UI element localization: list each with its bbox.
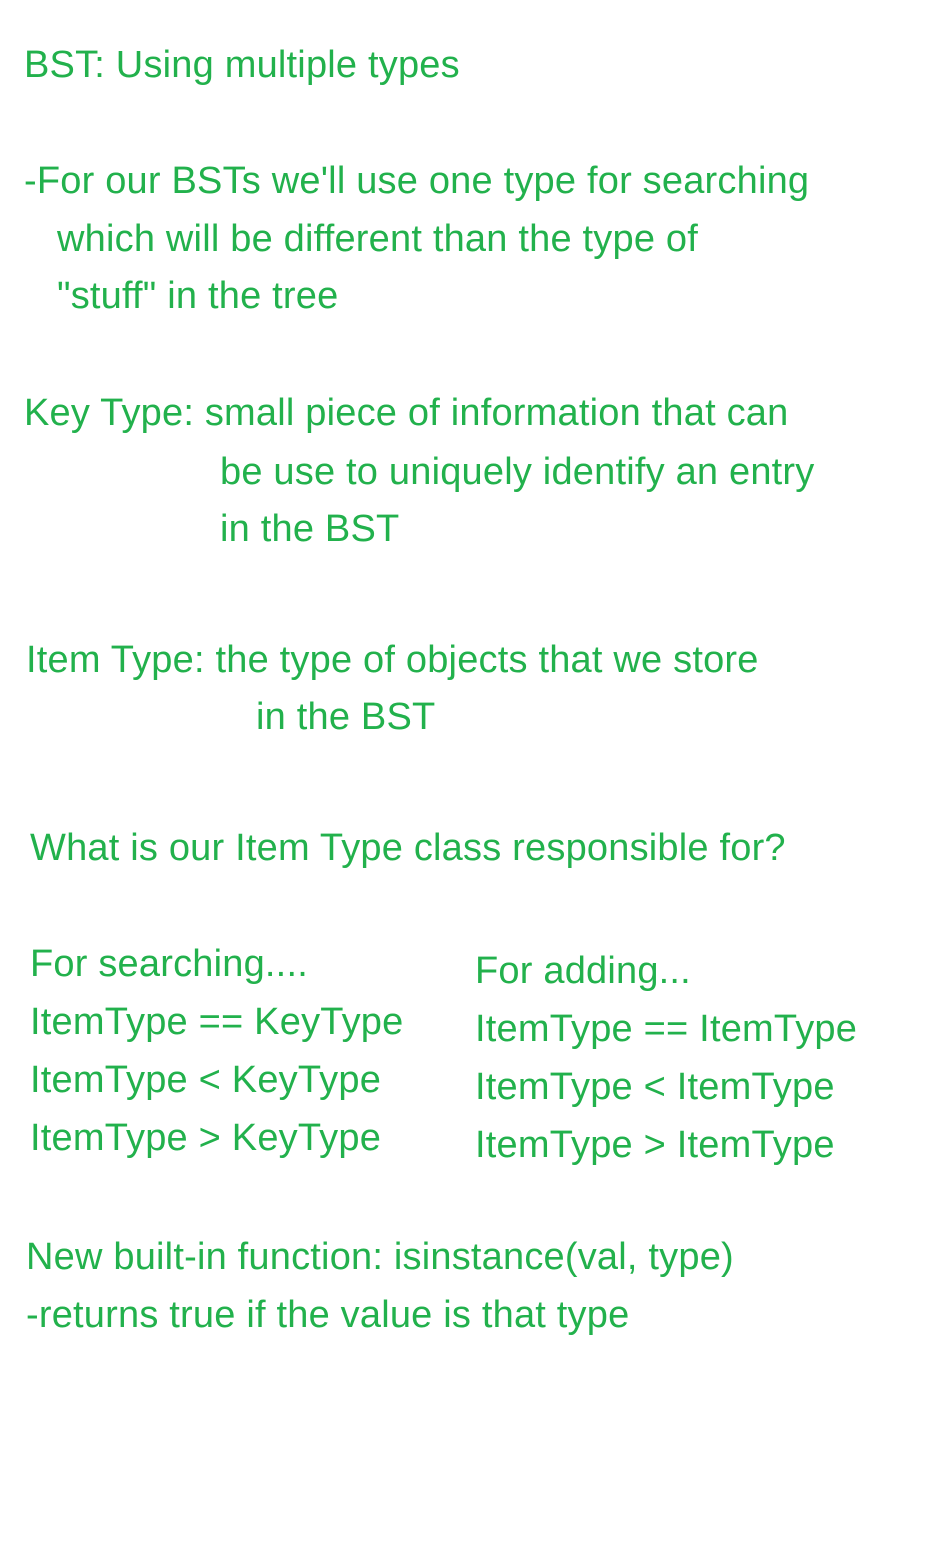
key-type-line-3: in the BST — [220, 508, 400, 550]
key-type-line-2: be use to uniquely identify an entry — [220, 451, 815, 493]
adding-op-less: ItemType < ItemType — [475, 1066, 835, 1108]
item-type-line-1: Item Type: the type of objects that we s… — [26, 639, 759, 681]
adding-op-equal: ItemType == ItemType — [475, 1008, 858, 1050]
intro-line-2: which will be different than the type of — [57, 218, 699, 260]
searching-op-greater: ItemType > KeyType — [30, 1117, 382, 1159]
searching-op-equal: ItemType == KeyType — [30, 1001, 404, 1043]
question: What is our Item Type class responsible … — [30, 827, 786, 869]
intro-line-3: "stuff" in the tree — [57, 275, 339, 317]
key-type-line-1: Key Type: small piece of information tha… — [24, 392, 789, 434]
searching-op-less: ItemType < KeyType — [30, 1059, 382, 1101]
item-type-line-2: in the BST — [256, 696, 436, 738]
page-title: BST: Using multiple types — [24, 44, 460, 86]
searching-heading: For searching.... — [30, 943, 308, 985]
adding-heading: For adding... — [475, 950, 691, 992]
intro-line-1: -For our BSTs we'll use one type for sea… — [24, 160, 810, 202]
builtin-function-line: New built-in function: isinstance(val, t… — [26, 1236, 734, 1278]
adding-op-greater: ItemType > ItemType — [475, 1124, 835, 1166]
builtin-returns-line: -returns true if the value is that type — [26, 1294, 630, 1336]
